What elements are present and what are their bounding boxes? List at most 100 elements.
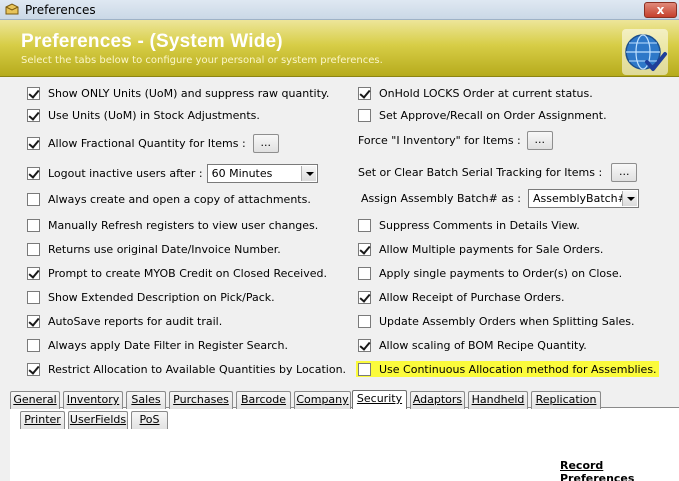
checkbox[interactable]: [27, 338, 40, 352]
page-subtitle: Select the tabs below to configure your …: [21, 55, 383, 66]
checkbox[interactable]: [27, 166, 40, 180]
checkbox[interactable]: [27, 86, 40, 100]
tab-label: Replication: [535, 393, 597, 406]
option-label: Always create and open a copy of attachm…: [48, 192, 311, 206]
option-fractional-quantity[interactable]: Allow Fractional Quantity for Items : ..…: [27, 133, 279, 153]
checkbox[interactable]: [358, 86, 371, 100]
tab-label: UserFields: [69, 413, 127, 426]
tab-label: Inventory: [66, 393, 120, 406]
option-label: Set Approve/Recall on Order Assignment.: [379, 108, 607, 122]
checkbox[interactable]: [27, 242, 40, 256]
option-multiple-payments[interactable]: Allow Multiple payments for Sale Orders.: [358, 241, 603, 257]
app-icon: [5, 3, 19, 15]
option-copy-attachments[interactable]: Always create and open a copy of attachm…: [27, 191, 311, 207]
tab-label: Sales: [131, 393, 161, 406]
tab-label: Purchases: [173, 393, 229, 406]
option-label: Suppress Comments in Details View.: [379, 218, 580, 232]
close-button[interactable]: x: [644, 2, 677, 18]
option-label: Apply single payments to Order(s) on Clo…: [379, 266, 623, 280]
chevron-down-icon[interactable]: [622, 190, 638, 206]
option-label: Show ONLY Units (UoM) and suppress raw q…: [48, 86, 330, 100]
option-show-only-units[interactable]: Show ONLY Units (UoM) and suppress raw q…: [27, 85, 329, 101]
tab-adaptors[interactable]: Adaptors: [410, 391, 465, 409]
tab-label: Printer: [24, 413, 61, 426]
option-label: Update Assembly Orders when Splitting Sa…: [379, 314, 635, 328]
tab-inventory[interactable]: Inventory: [63, 391, 123, 409]
batch-serial-button[interactable]: ...: [611, 162, 638, 182]
checkbox[interactable]: [27, 314, 40, 328]
tab-label: Barcode: [240, 393, 287, 406]
logout-timeout-select[interactable]: 60 Minutes: [206, 163, 318, 183]
tab-replication[interactable]: Replication: [531, 391, 601, 409]
option-label: Restrict Allocation to Available Quantit…: [48, 362, 347, 376]
option-units-stock-adjustments[interactable]: Use Units (UoM) in Stock Adjustments.: [27, 107, 260, 123]
option-autosave-reports[interactable]: AutoSave reports for audit trail.: [27, 313, 222, 329]
checkbox[interactable]: [358, 290, 371, 304]
option-date-filter[interactable]: Always apply Date Filter in Register Sea…: [27, 337, 288, 353]
option-restrict-allocation[interactable]: Restrict Allocation to Available Quantit…: [27, 361, 346, 377]
option-label: Always apply Date Filter in Register Sea…: [48, 338, 288, 352]
checkbox[interactable]: [27, 362, 40, 376]
close-icon: x: [656, 3, 665, 17]
option-label: Logout inactive users after :: [48, 166, 203, 180]
globe-check-icon: [622, 29, 668, 75]
option-onhold-locks[interactable]: OnHold LOCKS Order at current status.: [358, 85, 593, 101]
checkbox[interactable]: [27, 136, 40, 150]
option-label: Set or Clear Batch Serial Tracking for I…: [358, 165, 603, 179]
checkbox[interactable]: [358, 242, 371, 256]
option-single-payments[interactable]: Apply single payments to Order(s) on Clo…: [358, 265, 622, 281]
option-label: Allow Receipt of Purchase Orders.: [379, 290, 565, 304]
option-manual-refresh[interactable]: Manually Refresh registers to view user …: [27, 217, 318, 233]
option-label: OnHold LOCKS Order at current status.: [379, 86, 593, 100]
checkbox[interactable]: [358, 108, 371, 122]
tab-userfields[interactable]: UserFields: [68, 411, 128, 429]
option-extended-description[interactable]: Show Extended Description on Pick/Pack.: [27, 289, 275, 305]
option-label: Use Continuous Allocation method for Ass…: [379, 362, 657, 376]
option-approve-recall[interactable]: Set Approve/Recall on Order Assignment.: [358, 107, 607, 123]
option-myob-credit[interactable]: Prompt to create MYOB Credit on Closed R…: [27, 265, 327, 281]
force-inventory-button[interactable]: ...: [526, 130, 553, 150]
checkbox[interactable]: [358, 266, 371, 280]
tab-label: PoS: [139, 413, 160, 426]
tab-printer[interactable]: Printer: [20, 411, 65, 429]
tab-sales[interactable]: Sales: [126, 391, 166, 409]
page-title: Preferences - (System Wide): [21, 31, 283, 52]
fractional-items-button[interactable]: ...: [252, 133, 279, 153]
checkbox[interactable]: [358, 314, 371, 328]
preferences-panel: Show ONLY Units (UoM) and suppress raw q…: [0, 77, 679, 389]
option-label: AutoSave reports for audit trail.: [48, 314, 223, 328]
tab-company[interactable]: Company: [294, 391, 351, 409]
checkbox[interactable]: [27, 192, 40, 206]
checkbox[interactable]: [358, 218, 371, 232]
option-label: Allow Fractional Quantity for Items :: [48, 136, 246, 150]
checkbox[interactable]: [27, 266, 40, 280]
option-bom-scaling[interactable]: Allow scaling of BOM Recipe Quantity.: [358, 337, 587, 353]
tab-security[interactable]: Security: [352, 390, 407, 409]
checkbox[interactable]: [27, 290, 40, 304]
option-batch-serial: Set or Clear Batch Serial Tracking for I…: [358, 162, 638, 182]
tab-barcode[interactable]: Barcode: [236, 391, 291, 409]
header-banner: Preferences - (System Wide) Select the t…: [0, 20, 679, 77]
assembly-batch-select[interactable]: AssemblyBatch#: [528, 188, 640, 208]
tab-pos[interactable]: PoS: [131, 411, 168, 429]
option-update-assembly-orders[interactable]: Update Assembly Orders when Splitting Sa…: [358, 313, 635, 329]
window-titlebar: Preferences x: [0, 0, 679, 20]
option-returns-original-date[interactable]: Returns use original Date/Invoice Number…: [27, 241, 281, 257]
checkbox[interactable]: [358, 362, 371, 376]
tab-handheld[interactable]: Handheld: [468, 391, 528, 409]
checkbox[interactable]: [27, 108, 40, 122]
option-label: Prompt to create MYOB Credit on Closed R…: [48, 266, 327, 280]
option-receipt-purchase-orders[interactable]: Allow Receipt of Purchase Orders.: [358, 289, 564, 305]
option-continuous-allocation[interactable]: Use Continuous Allocation method for Ass…: [356, 361, 659, 377]
option-suppress-comments[interactable]: Suppress Comments in Details View.: [358, 217, 580, 233]
option-logout-inactive[interactable]: Logout inactive users after : 60 Minutes: [27, 163, 318, 183]
tab-label: Handheld: [471, 393, 525, 406]
option-label: Assign Assembly Batch# as :: [361, 191, 522, 205]
checkbox[interactable]: [358, 338, 371, 352]
tab-purchases[interactable]: Purchases: [169, 391, 233, 409]
tab-general[interactable]: General: [10, 391, 60, 409]
option-label: Returns use original Date/Invoice Number…: [48, 242, 281, 256]
chevron-down-icon[interactable]: [300, 165, 316, 181]
record-preferences-link[interactable]: Record Preferences: [560, 459, 679, 481]
checkbox[interactable]: [27, 218, 40, 232]
